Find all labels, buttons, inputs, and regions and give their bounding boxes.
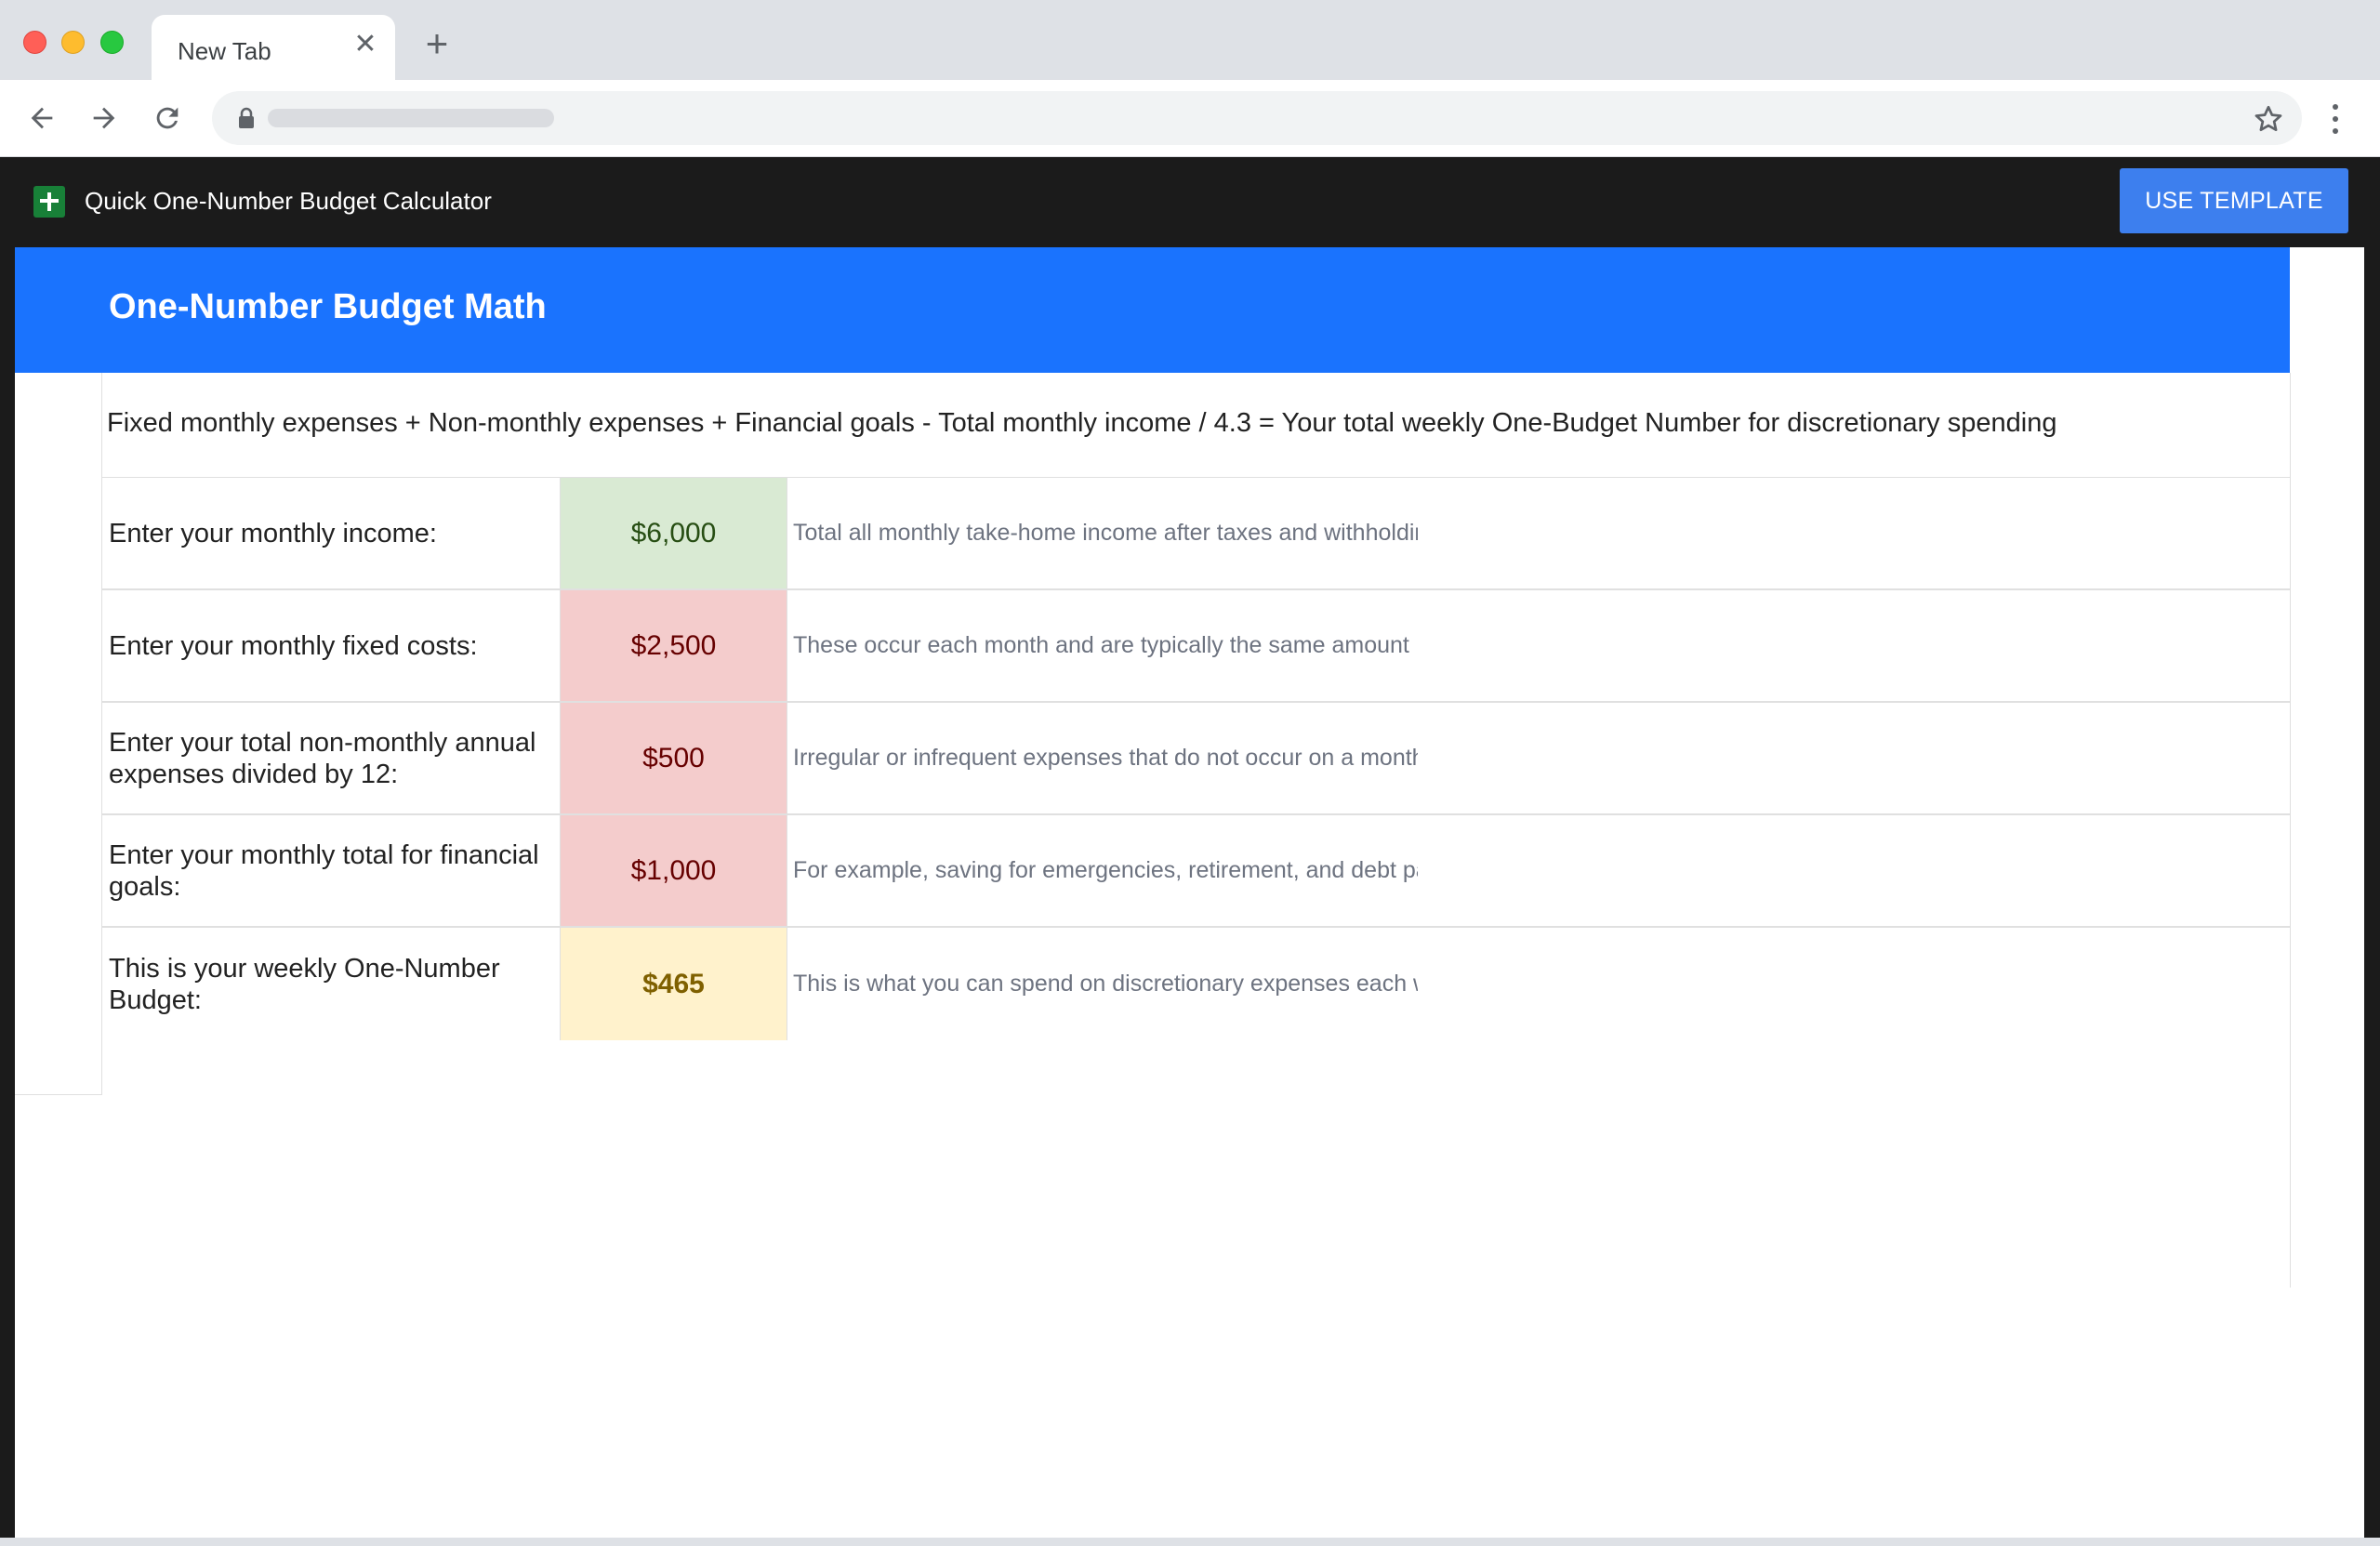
note-text: Irregular or infrequent expenses that do… [793, 745, 1418, 771]
lock-icon [239, 107, 254, 128]
row-label: This is your weekly One-Number Budget: [109, 953, 500, 1015]
menu-dot [2333, 128, 2338, 134]
browser-menu-icon[interactable] [2319, 99, 2352, 139]
table-row-result: This is your weekly One-Number Budget: $… [102, 928, 2290, 1040]
formula-description: Fixed monthly expenses + Non-monthly exp… [107, 408, 2057, 438]
address-bar[interactable] [212, 91, 2302, 145]
row-label: Enter your monthly total for financial g… [109, 839, 539, 902]
fixed-costs-value-cell[interactable]: $2,500 [560, 590, 787, 701]
empty-column [15, 373, 102, 1095]
note-text: For example, saving for emergencies, ret… [793, 857, 1418, 883]
browser-tab[interactable]: New Tab ✕ [152, 15, 395, 80]
frame-left-border [0, 247, 15, 1546]
row-note: Total all monthly take-home income after… [787, 478, 2290, 588]
income-value-cell[interactable]: $6,000 [560, 478, 787, 588]
non-monthly-value-cell[interactable]: $500 [560, 703, 787, 813]
weekly-budget-value-cell: $465 [560, 928, 787, 1040]
row-note: These occur each month and are typically… [787, 590, 2290, 701]
goals-value-cell[interactable]: $1,000 [560, 815, 787, 926]
menu-dot [2333, 116, 2338, 122]
tab-title: New Tab [178, 37, 271, 65]
row-label: Enter your total non-monthly annual expe… [109, 727, 536, 789]
new-tab-button[interactable]: + [420, 24, 454, 63]
browser-toolbar [0, 80, 2380, 157]
window-minimize-button[interactable] [61, 31, 85, 54]
frame-right-border [2364, 247, 2380, 1546]
back-button[interactable] [21, 98, 62, 139]
bookmark-star-icon[interactable] [2252, 102, 2285, 136]
table-row-income: Enter your monthly income: $6,000 Total … [102, 478, 2290, 590]
table-row-goals: Enter your monthly total for financial g… [102, 815, 2290, 928]
table-right-border [2290, 373, 2291, 1288]
template-header: Quick One-Number Budget Calculator USE T… [0, 157, 2380, 247]
url-text-placeholder [268, 109, 554, 127]
row-note: Irregular or infrequent expenses that do… [787, 703, 2290, 813]
reload-icon [156, 107, 178, 129]
forward-button[interactable] [84, 98, 125, 139]
note-text: This is what you can spend on discretion… [793, 971, 1418, 997]
row-label: Enter your monthly income: [109, 518, 437, 548]
title-banner: One-Number Budget Math [15, 247, 2290, 373]
window-close-button[interactable] [23, 31, 46, 54]
table-row-fixed-costs: Enter your monthly fixed costs: $2,500 T… [102, 590, 2290, 703]
menu-dot [2333, 104, 2338, 110]
row-label: Enter your monthly fixed costs: [109, 630, 478, 661]
row-note: For example, saving for emergencies, ret… [787, 815, 2290, 926]
frame-bottom-border [0, 1538, 2380, 1546]
sheets-icon [33, 186, 65, 218]
row-note: This is what you can spend on discretion… [787, 928, 2290, 1040]
use-template-button[interactable]: USE TEMPLATE [2120, 168, 2348, 233]
browser-tabstrip: New Tab ✕ + [0, 0, 2380, 80]
table-row-non-monthly: Enter your total non-monthly annual expe… [102, 703, 2290, 815]
arrow-right-icon [93, 107, 115, 129]
note-text: Total all monthly take-home income after… [793, 520, 1418, 546]
sheet-title: One-Number Budget Math [109, 287, 547, 326]
spreadsheet-preview: One-Number Budget Math Fixed monthly exp… [15, 247, 2364, 1538]
template-title: Quick One-Number Budget Calculator [85, 187, 492, 215]
reload-button[interactable] [147, 98, 188, 139]
arrow-left-icon [31, 107, 53, 129]
window-zoom-button[interactable] [100, 31, 124, 54]
close-tab-icon[interactable]: ✕ [349, 28, 382, 61]
note-text: These occur each month and are typically… [793, 632, 1409, 658]
